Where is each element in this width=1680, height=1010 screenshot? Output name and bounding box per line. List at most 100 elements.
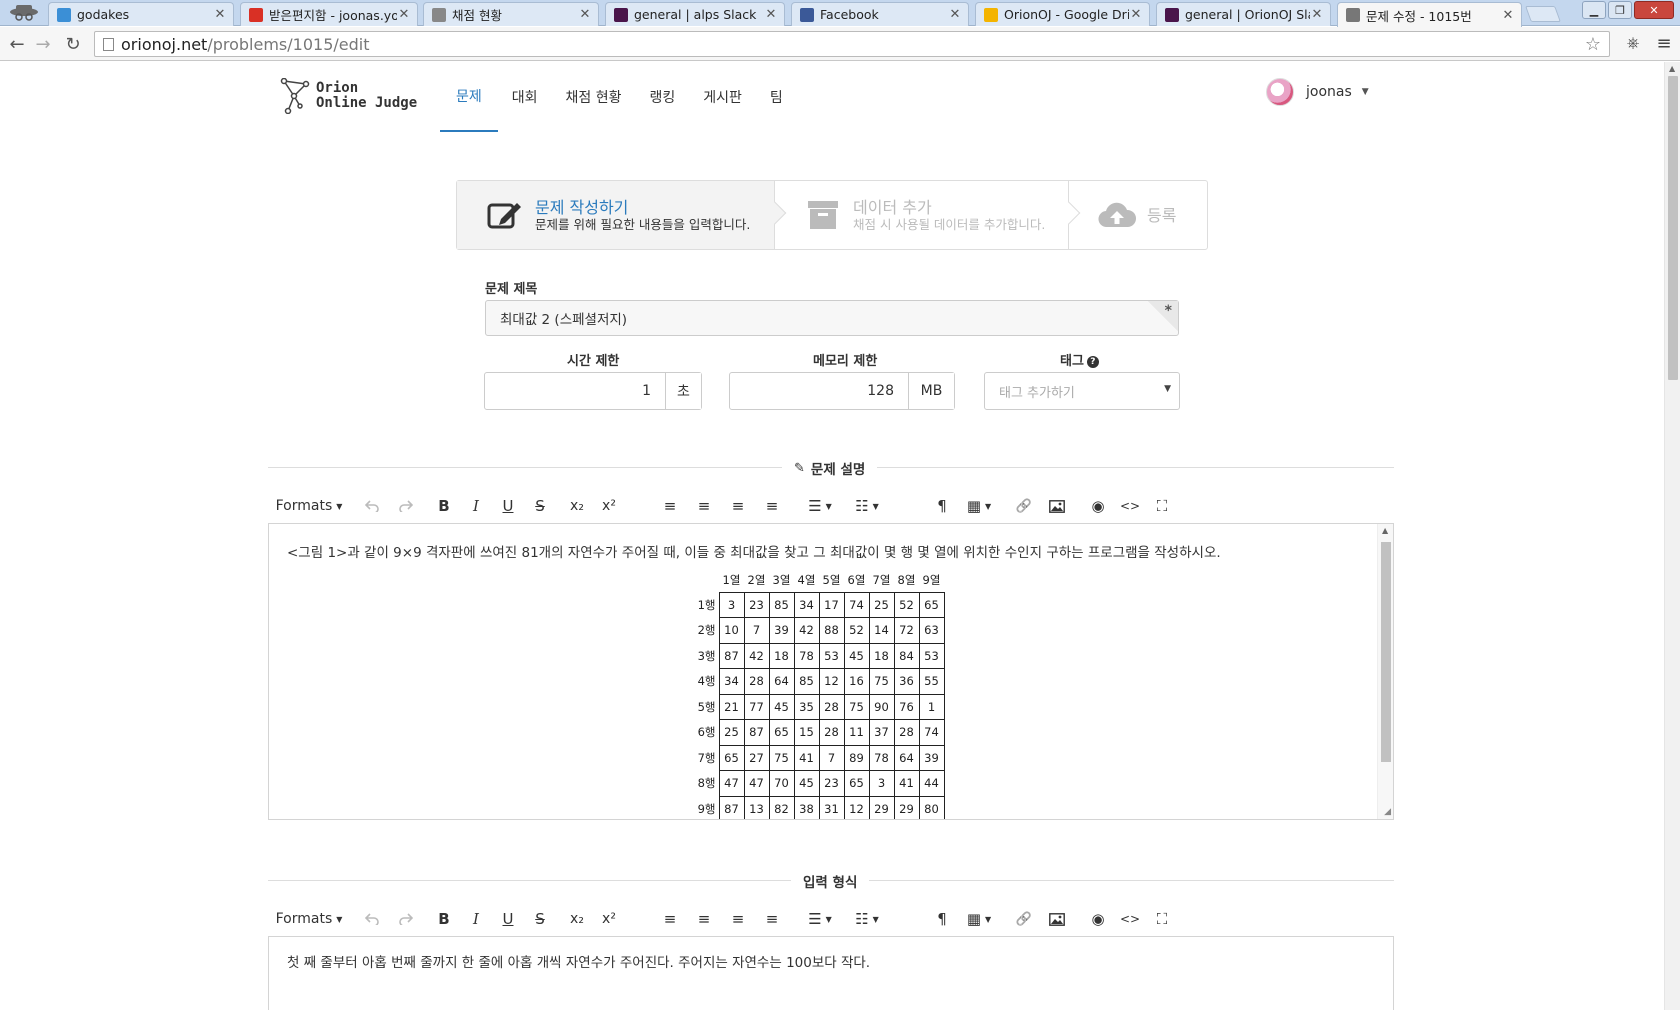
nav-item[interactable]: 대회 xyxy=(498,62,552,132)
question-circle-icon[interactable]: ? xyxy=(1086,355,1099,368)
tab-close-icon[interactable]: ✕ xyxy=(213,7,227,22)
align-center-icon[interactable]: ≡ xyxy=(728,495,748,517)
align-justify-icon[interactable]: ≡ xyxy=(660,495,680,517)
nav-item[interactable]: 채점 현황 xyxy=(552,62,636,132)
memory-limit-value[interactable]: 128 xyxy=(730,373,908,409)
link-icon[interactable]: 🔗 xyxy=(1014,495,1034,517)
superscript-icon[interactable]: x² xyxy=(598,908,620,930)
browser-tab[interactable]: general | alps Slack ✕ xyxy=(605,2,785,26)
align-left-icon[interactable]: ≡ xyxy=(694,495,714,517)
username[interactable]: joonas xyxy=(1306,84,1352,100)
caret-down-icon[interactable]: ▼ xyxy=(1362,87,1369,97)
editor-scroll-thumb[interactable] xyxy=(1381,542,1391,762)
tab-close-icon[interactable]: ✕ xyxy=(397,7,411,22)
image-icon[interactable] xyxy=(1046,495,1068,517)
nav-item[interactable]: 팀 xyxy=(756,62,797,132)
image-icon[interactable] xyxy=(1046,908,1068,930)
underline-icon[interactable]: U xyxy=(498,495,518,517)
step-add-data[interactable]: 데이터 추가 채점 시 사용될 데이터를 추가합니다. xyxy=(775,181,1081,249)
superscript-icon[interactable]: x² xyxy=(598,495,620,517)
tab-close-icon[interactable]: ✕ xyxy=(948,7,962,22)
redo-icon[interactable] xyxy=(396,908,416,930)
window-close-icon[interactable]: ✕ xyxy=(1634,1,1674,19)
subscript-icon[interactable]: x₂ xyxy=(566,908,588,930)
align-center-icon[interactable]: ≡ xyxy=(728,908,748,930)
bullet-list-icon[interactable]: ☰ ▼ xyxy=(802,908,838,930)
tag-select[interactable]: 태그 추가하기 ▼ xyxy=(984,372,1180,410)
tab-close-icon[interactable]: ✕ xyxy=(1501,8,1515,23)
align-justify-icon[interactable]: ≡ xyxy=(660,908,680,930)
nav-item[interactable]: 랭킹 xyxy=(636,62,690,132)
page-scroll-thumb[interactable] xyxy=(1668,76,1678,380)
reload-icon[interactable]: ↻ xyxy=(62,33,84,55)
browser-tab[interactable]: godakes ✕ xyxy=(48,2,234,26)
time-limit-value[interactable]: 1 xyxy=(485,373,665,409)
table-icon[interactable]: ▦ ▼ xyxy=(962,495,996,517)
paragraph-icon[interactable]: ¶ xyxy=(932,495,952,517)
restore-icon[interactable]: ❐ xyxy=(1608,1,1632,19)
underline-icon[interactable]: U xyxy=(498,908,518,930)
numbered-list-icon[interactable]: ☷ ▼ xyxy=(848,495,886,517)
input-format-editor[interactable]: 첫 째 줄부터 아홉 번째 줄까지 한 줄에 아홉 개씩 자연수가 주어진다. … xyxy=(268,936,1394,1010)
time-limit-field[interactable]: 1 초 xyxy=(484,372,702,410)
italic-icon[interactable]: I xyxy=(466,908,486,930)
back-icon[interactable]: ← xyxy=(6,33,28,55)
browser-tab[interactable]: OrionOJ - Google Drive✕ xyxy=(975,2,1150,26)
preview-eye-icon[interactable]: ◉ xyxy=(1088,495,1108,517)
problem-title-input[interactable]: 최대값 2 (스페셜저지) * xyxy=(485,300,1179,336)
minimize-icon[interactable]: ▁ xyxy=(1582,1,1606,19)
browser-tab[interactable]: general | OrionOJ Slack✕ xyxy=(1156,2,1331,26)
bold-icon[interactable]: B xyxy=(434,908,454,930)
forward-icon[interactable]: → xyxy=(32,33,54,55)
paragraph-icon[interactable]: ¶ xyxy=(932,908,952,930)
strikethrough-icon[interactable]: S xyxy=(530,908,550,930)
tab-close-icon[interactable]: ✕ xyxy=(578,7,592,22)
link-icon[interactable]: 🔗 xyxy=(1014,908,1034,930)
undo-icon[interactable] xyxy=(362,495,382,517)
description-editor[interactable]: <그림 1>과 같이 9×9 격자판에 쓰여진 81개의 자연수가 주어질 때,… xyxy=(268,523,1394,820)
user-menu[interactable]: joonas ▼ xyxy=(1266,78,1369,106)
strikethrough-icon[interactable]: S xyxy=(530,495,550,517)
formats-dropdown[interactable]: Formats ▼ xyxy=(276,495,343,517)
source-code-icon[interactable]: <> xyxy=(1120,908,1140,930)
table-icon[interactable]: ▦ ▼ xyxy=(962,908,996,930)
url-input[interactable]: orionoj.net/problems/1015/edit ☆ xyxy=(94,31,1610,57)
align-left-icon[interactable]: ≡ xyxy=(694,908,714,930)
fullscreen-icon[interactable]: ⛶ xyxy=(1152,908,1172,930)
new-tab-button[interactable] xyxy=(1525,6,1561,22)
scroll-up-icon[interactable]: ▲ xyxy=(1669,64,1675,73)
browser-tab[interactable]: 문제 수정 - 1015번 ✕ xyxy=(1337,2,1522,27)
fullscreen-icon[interactable]: ⛶ xyxy=(1152,495,1172,517)
italic-icon[interactable]: I xyxy=(466,495,486,517)
bullet-list-icon[interactable]: ☰ ▼ xyxy=(802,495,838,517)
extension-icon[interactable]: ⎈ xyxy=(1622,33,1644,55)
subscript-icon[interactable]: x₂ xyxy=(566,495,588,517)
resize-handle-icon[interactable]: ◢ xyxy=(1384,807,1391,817)
page-scrollbar[interactable]: ▲ xyxy=(1664,62,1680,1010)
formats-dropdown[interactable]: Formats ▼ xyxy=(276,908,343,930)
tab-close-icon[interactable]: ✕ xyxy=(764,7,778,22)
site-logo[interactable]: Orion Online Judge xyxy=(280,78,417,114)
editor-scrollbar[interactable]: ▲ xyxy=(1377,524,1393,819)
bold-icon[interactable]: B xyxy=(434,495,454,517)
preview-eye-icon[interactable]: ◉ xyxy=(1088,908,1108,930)
nav-item[interactable]: 게시판 xyxy=(689,62,756,132)
scroll-up-icon[interactable]: ▲ xyxy=(1382,526,1388,535)
redo-icon[interactable] xyxy=(396,495,416,517)
avatar[interactable] xyxy=(1266,78,1294,106)
undo-icon[interactable] xyxy=(362,908,382,930)
source-code-icon[interactable]: <> xyxy=(1120,495,1140,517)
nav-item[interactable]: 문제 xyxy=(440,62,498,132)
align-right-icon[interactable]: ≡ xyxy=(762,908,782,930)
step-register[interactable]: 등록 xyxy=(1069,181,1207,249)
memory-limit-field[interactable]: 128 MB xyxy=(729,372,955,410)
step-write-problem[interactable]: 문제 작성하기 문제를 위해 필요한 내용들을 입력합니다. xyxy=(457,181,787,249)
tab-close-icon[interactable]: ✕ xyxy=(1310,7,1324,22)
browser-tab[interactable]: 받은편지함 - joonas.yoo ✕ xyxy=(240,2,418,26)
chrome-menu-icon[interactable]: ≡ xyxy=(1654,33,1674,55)
browser-tab[interactable]: 채점 현황 ✕ xyxy=(423,2,599,26)
bookmark-star-icon[interactable]: ☆ xyxy=(1585,34,1601,55)
tab-close-icon[interactable]: ✕ xyxy=(1129,7,1143,22)
numbered-list-icon[interactable]: ☷ ▼ xyxy=(848,908,886,930)
browser-tab[interactable]: Facebook ✕ xyxy=(791,2,969,26)
